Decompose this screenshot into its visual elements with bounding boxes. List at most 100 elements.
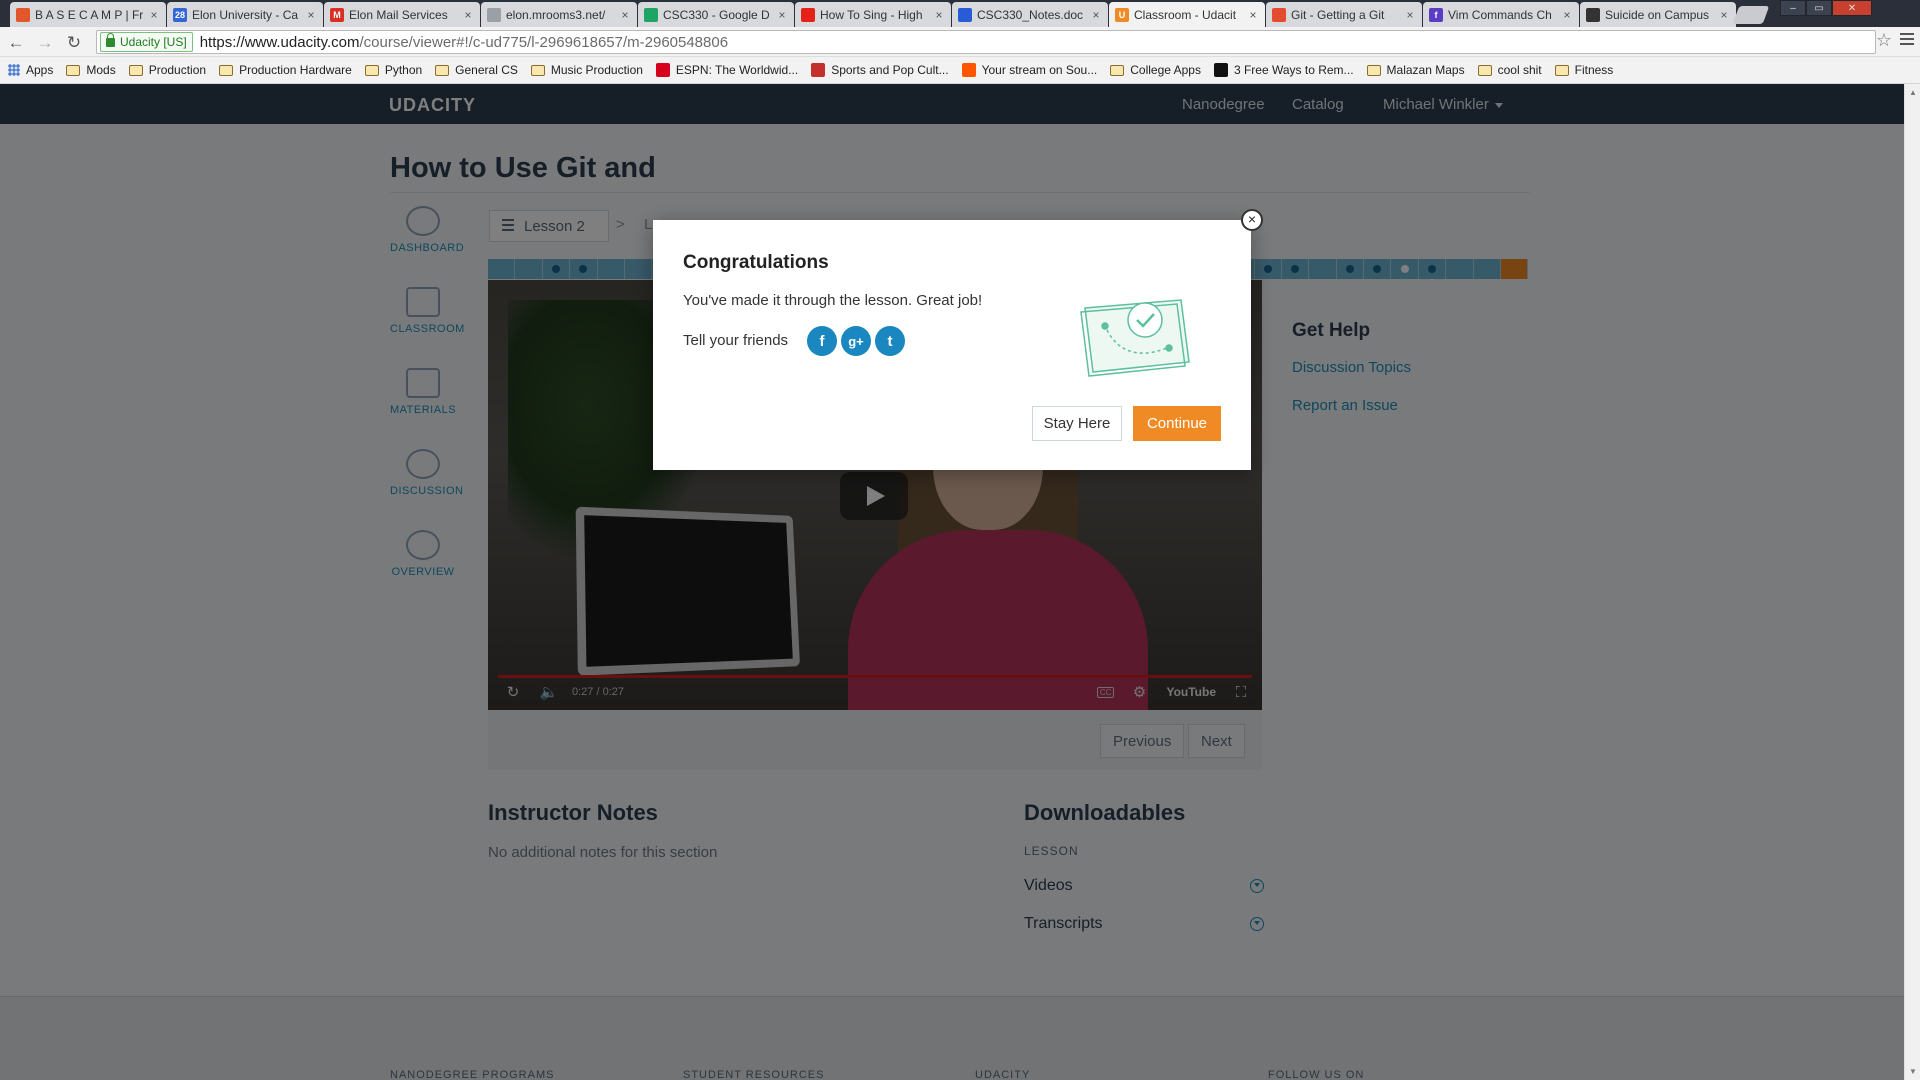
close-icon[interactable]: × [1241, 209, 1263, 231]
folder-icon [128, 64, 143, 76]
tell-friends-label: Tell your friends [683, 332, 789, 349]
scroll-up-icon[interactable]: ▲ [1909, 88, 1917, 97]
browser-tab[interactable]: CSC330_Notes.doc × [952, 2, 1108, 27]
bookmark-item[interactable]: College Apps [1110, 63, 1201, 77]
tab-title: Elon University - Ca [192, 7, 299, 22]
tab-title: Elon Mail Services [349, 7, 448, 22]
maximize-button[interactable]: ▭ [1806, 0, 1832, 16]
bookmark-item[interactable]: General CS [435, 63, 518, 77]
dialog-title: Congratulations [683, 252, 829, 273]
tab-title: Vim Commands Ch [1448, 7, 1552, 22]
folder-icon [1110, 64, 1125, 76]
window-close-button[interactable]: ✕ [1832, 0, 1872, 16]
scroll-down-icon[interactable]: ▼ [1909, 1067, 1917, 1076]
bookmark-label: Malazan Maps [1386, 63, 1465, 77]
bookmark-item[interactable]: cool shit [1477, 63, 1542, 77]
bookmark-item[interactable]: Python [364, 63, 423, 77]
bookmark-item[interactable]: Music Production [530, 63, 643, 77]
folder-icon [435, 64, 450, 76]
favicon-icon [1586, 7, 1600, 22]
browser-tab[interactable]: How To Sing - High × [795, 2, 951, 27]
tab-title: Classroom - Udacit [1134, 7, 1237, 22]
stay-here-button[interactable]: Stay Here [1032, 406, 1122, 441]
tab-title: How To Sing - High [820, 7, 923, 22]
bookmark-label: Python [384, 63, 423, 77]
back-arrow-icon[interactable]: ← [6, 33, 26, 53]
favicon-icon: U [1115, 7, 1129, 22]
bookmark-label: Production Hardware [239, 63, 352, 77]
url-path: /course/viewer#!/c-ud775/l-2969618657/m-… [359, 33, 729, 51]
lock-icon [106, 32, 115, 47]
bookmark-label: cool shit [1497, 63, 1542, 77]
browser-tab[interactable]: U Classroom - Udacit × [1109, 2, 1265, 27]
tab-close-icon[interactable]: × [1561, 8, 1573, 22]
address-bar[interactable]: Udacity [US] https://www.udacity.com/cou… [96, 30, 1876, 54]
tab-close-icon[interactable]: × [1718, 8, 1730, 22]
folder-icon [66, 64, 81, 76]
reload-icon[interactable]: ↻ [64, 33, 84, 53]
page-scrollbar[interactable]: ▲ ▼ [1904, 84, 1920, 1080]
tab-close-icon[interactable]: × [148, 8, 160, 22]
chrome-menu-icon[interactable] [1900, 33, 1914, 48]
tab-close-icon[interactable]: × [776, 8, 788, 22]
bookmark-item[interactable]: Mods [66, 63, 116, 77]
folder-icon [1477, 64, 1492, 76]
favicon-icon [644, 7, 658, 22]
lesson-complete-illustration-icon [1080, 299, 1190, 377]
bookmark-label: Music Production [550, 63, 643, 77]
forward-arrow-icon[interactable]: → [35, 33, 55, 53]
browser-tab[interactable]: 28 Elon University - Ca × [167, 2, 323, 27]
browser-tab[interactable]: elon.mrooms3.net/ × [481, 2, 637, 27]
window-controls: – ▭ ✕ [1780, 0, 1872, 18]
bookmark-item[interactable]: Your stream on Sou... [961, 63, 1097, 77]
tab-close-icon[interactable]: × [933, 8, 945, 22]
folder-icon [219, 64, 234, 76]
apps-grid-icon [8, 64, 20, 76]
tab-close-icon[interactable]: × [1404, 8, 1416, 22]
bookmark-label: College Apps [1130, 63, 1201, 77]
twitter-icon[interactable]: t [875, 326, 905, 356]
bookmark-item[interactable]: Apps [8, 63, 53, 77]
tab-close-icon[interactable]: × [1247, 8, 1259, 22]
secure-site-chip[interactable]: Udacity [US] [100, 32, 193, 52]
secure-site-label: Udacity [US] [120, 35, 187, 49]
tab-close-icon[interactable]: × [305, 8, 317, 22]
google-plus-icon[interactable]: g+ [841, 326, 871, 356]
favicon-icon [958, 7, 972, 22]
tab-title: CSC330_Notes.doc [977, 7, 1084, 22]
favicon-icon [1272, 7, 1286, 22]
favicon-icon: M [330, 7, 344, 22]
bookmark-item[interactable]: 3 Free Ways to Rem... [1213, 63, 1354, 77]
new-tab-button[interactable] [1732, 6, 1770, 24]
tab-close-icon[interactable]: × [1090, 8, 1102, 22]
browser-tab[interactable]: Suicide on Campus × [1580, 2, 1736, 27]
browser-tab-strip: B A S E C A M P | Fr × 28 Elon University -… [0, 0, 1920, 27]
folder-icon [364, 64, 379, 76]
folder-icon [1554, 64, 1569, 76]
tab-close-icon[interactable]: × [462, 8, 474, 22]
bookmark-item[interactable]: Production [128, 63, 207, 77]
facebook-icon[interactable]: f [807, 326, 837, 356]
bookmark-item[interactable]: ESPN: The Worldwid... [655, 63, 798, 77]
bookmark-star-icon[interactable]: ☆ [1876, 30, 1892, 51]
bookmark-label: Production [148, 63, 207, 77]
continue-button[interactable]: Continue [1133, 406, 1221, 441]
favicon-icon: f [1429, 7, 1443, 22]
favicon-icon [487, 7, 501, 22]
browser-tab[interactable]: CSC330 - Google D × [638, 2, 794, 27]
browser-tab[interactable]: Git - Getting a Git × [1266, 2, 1422, 27]
bookmark-label: General CS [455, 63, 518, 77]
url-text[interactable]: https://www.udacity.com/course/viewer#!/… [200, 34, 728, 51]
minimize-button[interactable]: – [1780, 0, 1806, 16]
bookmark-item[interactable]: Fitness [1554, 63, 1613, 77]
bookmark-item[interactable]: Malazan Maps [1366, 63, 1465, 77]
tab-title: CSC330 - Google D [663, 7, 770, 22]
browser-tab[interactable]: B A S E C A M P | Fr × [10, 2, 166, 27]
browser-tab[interactable]: M Elon Mail Services × [324, 2, 480, 27]
tab-close-icon[interactable]: × [619, 8, 631, 22]
bookmark-item[interactable]: Sports and Pop Cult... [811, 63, 949, 77]
browser-tab[interactable]: f Vim Commands Ch × [1423, 2, 1579, 27]
bookmark-item[interactable]: Production Hardware [219, 63, 352, 77]
modal-backdrop[interactable]: Congratulations You've made it through t… [0, 84, 1904, 1080]
site-favicon-icon [655, 63, 670, 77]
